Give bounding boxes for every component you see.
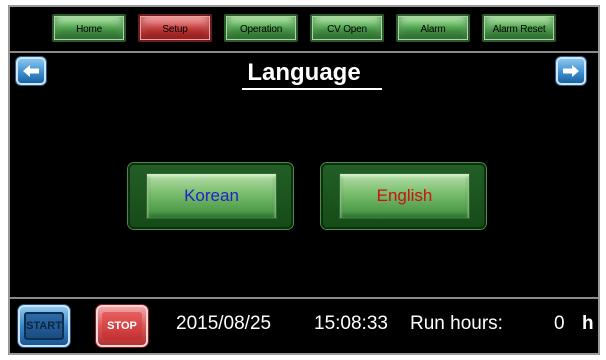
- hmi-screen: Home Setup Operation CV Open Alarm Alarm…: [8, 5, 600, 355]
- top-divider: [10, 51, 598, 53]
- nav-home-button[interactable]: Home: [52, 14, 126, 42]
- run-hours-unit: h: [582, 313, 594, 334]
- nav-cv-open-button[interactable]: CV Open: [310, 14, 384, 42]
- nav-alarm-reset-button[interactable]: Alarm Reset: [482, 14, 556, 42]
- arrow-right-icon: [563, 65, 579, 77]
- stop-button[interactable]: STOP: [96, 305, 148, 347]
- run-hours-value: 0: [554, 313, 565, 334]
- stop-label: STOP: [102, 312, 142, 340]
- time-display: 15:08:33: [314, 313, 388, 334]
- next-page-button[interactable]: [556, 57, 586, 85]
- start-label: START: [24, 312, 64, 340]
- english-label: English: [339, 173, 470, 219]
- date-display: 2015/08/25: [176, 313, 272, 334]
- korean-language-button[interactable]: Korean: [128, 163, 293, 229]
- english-language-button[interactable]: English: [321, 163, 486, 229]
- title-underline: [242, 88, 382, 90]
- nav-setup-button[interactable]: Setup: [138, 14, 212, 42]
- page-title: Language: [247, 59, 361, 86]
- bottom-divider: [10, 297, 598, 299]
- nav-alarm-button[interactable]: Alarm: [396, 14, 470, 42]
- start-button[interactable]: START: [18, 305, 70, 347]
- nav-operation-button[interactable]: Operation: [224, 14, 298, 42]
- prev-page-button[interactable]: [16, 57, 46, 85]
- run-hours-label: Run hours:: [410, 313, 503, 334]
- arrow-left-icon: [23, 65, 39, 77]
- korean-label: Korean: [146, 173, 277, 219]
- top-nav-bar: Home Setup Operation CV Open Alarm Alarm…: [10, 7, 598, 49]
